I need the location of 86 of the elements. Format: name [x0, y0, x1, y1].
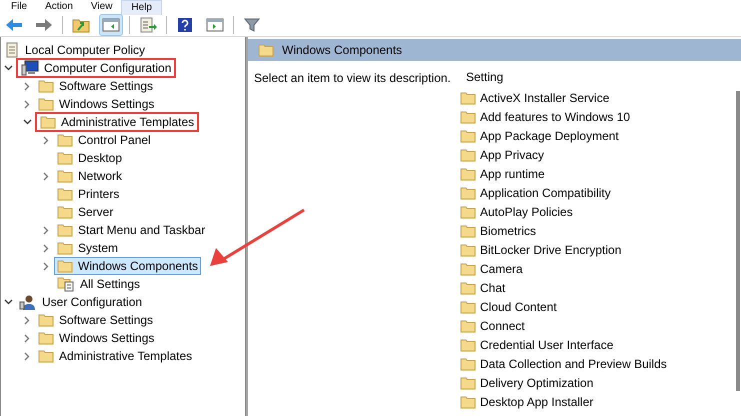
folder-icon	[57, 169, 73, 183]
settings-list-icon	[57, 276, 75, 292]
setting-item[interactable]: Biometrics	[480, 224, 536, 238]
setting-item[interactable]: App runtime	[480, 166, 545, 180]
setting-item[interactable]: Credential User Interface	[480, 338, 614, 352]
tree-item[interactable]: All Settings	[54, 275, 144, 293]
tree-item[interactable]: Software Settings	[35, 77, 156, 95]
setting-item[interactable]: Cloud Content	[480, 300, 557, 314]
menu-item[interactable]: Action	[36, 0, 82, 14]
setting-item[interactable]: AutoPlay Policies	[480, 204, 573, 218]
computer-icon	[21, 60, 39, 76]
chevron-right-icon[interactable]	[43, 136, 49, 144]
setting-item[interactable]: Connect	[480, 318, 525, 332]
folder-icon	[460, 338, 476, 352]
scroll-icon	[4, 42, 20, 58]
folder-icon	[460, 224, 476, 238]
setting-item[interactable]: Application Compatibility	[480, 186, 611, 200]
folder-icon	[460, 204, 476, 218]
tree-item[interactable]: Windows Settings	[35, 95, 158, 113]
setting-item[interactable]: Add features to Windows 10	[480, 110, 630, 124]
tree-item[interactable]: Start Menu and Taskbar	[54, 221, 208, 239]
setting-item[interactable]: Data Collection and Preview Builds	[480, 356, 667, 370]
tree-item[interactable]: System	[54, 239, 122, 257]
user-icon	[19, 294, 37, 310]
chevron-down-icon[interactable]	[4, 299, 12, 305]
folder-icon	[40, 115, 56, 129]
folder-icon	[38, 349, 54, 363]
tree-item[interactable]: Local Computer Policy	[1, 41, 148, 59]
scrollbar[interactable]	[736, 91, 740, 391]
folder-icon	[460, 110, 476, 124]
setting-item[interactable]: ActiveX Installer Service	[480, 90, 610, 104]
chevron-down-icon[interactable]	[4, 65, 12, 71]
tree-item[interactable]: Windows Settings	[35, 329, 158, 347]
folder-icon	[57, 205, 73, 219]
folder-icon	[460, 394, 476, 408]
menu-item[interactable]: View	[82, 0, 122, 14]
folder-icon	[38, 79, 54, 93]
highlighted-tree-item[interactable]: Administrative Templates	[35, 112, 200, 132]
tree-item[interactable]: User Configuration	[16, 293, 146, 311]
folder-icon	[460, 128, 476, 142]
folder-icon	[57, 241, 73, 255]
setting-item[interactable]: Chat	[480, 280, 506, 294]
tree-item[interactable]: Printers	[54, 185, 122, 203]
folder-icon	[460, 262, 476, 276]
folder-icon	[460, 376, 476, 390]
setting-item[interactable]: Camera	[480, 262, 523, 276]
folder-icon	[57, 151, 73, 165]
tree-item[interactable]: Software Settings	[35, 311, 156, 329]
pane-title: Windows Components	[282, 43, 402, 57]
tree-item[interactable]: Administrative Templates	[35, 347, 196, 365]
folder-icon	[460, 90, 476, 104]
tree-item[interactable]: Network	[54, 167, 126, 185]
menu-item[interactable]: File	[2, 0, 36, 14]
filter-icon[interactable]	[244, 17, 260, 33]
tree-item[interactable]: Control Panel	[54, 131, 154, 149]
setting-item[interactable]: Desktop App Installer	[480, 394, 594, 408]
folder-icon	[460, 280, 476, 294]
selected-tree-item[interactable]: Windows Components	[54, 257, 202, 275]
folder-icon	[460, 318, 476, 332]
setting-item[interactable]: App Package Deployment	[480, 128, 619, 142]
folder-icon	[38, 313, 54, 327]
folder-icon	[460, 166, 476, 180]
chevron-right-icon[interactable]	[43, 172, 49, 180]
folder-icon	[460, 186, 476, 200]
folder-icon	[460, 242, 476, 256]
folder-icon	[57, 259, 73, 273]
folder-icon	[460, 300, 476, 314]
description-text: Select an item to view its description.	[254, 71, 451, 85]
folder-icon	[57, 133, 73, 147]
tree-item[interactable]: Desktop	[54, 149, 126, 167]
help-icon[interactable]	[177, 17, 193, 33]
folder-icon	[38, 331, 54, 345]
setting-item[interactable]: App Privacy	[480, 148, 544, 162]
highlighted-tree-item[interactable]: Computer Configuration	[16, 58, 176, 78]
menu-item[interactable]: Help	[121, 0, 162, 14]
setting-item[interactable]: Delivery Optimization	[480, 376, 594, 390]
tree-item[interactable]: Server	[54, 203, 116, 221]
folder-icon	[460, 148, 476, 162]
folder-icon	[258, 43, 274, 57]
folder-icon	[460, 356, 476, 370]
chevron-down-icon[interactable]	[22, 119, 32, 125]
folder-icon	[38, 97, 54, 111]
setting-item[interactable]: BitLocker Drive Encryption	[480, 242, 622, 256]
folder-icon	[57, 223, 73, 237]
column-header[interactable]: Setting	[460, 68, 736, 88]
folder-icon	[57, 187, 73, 201]
